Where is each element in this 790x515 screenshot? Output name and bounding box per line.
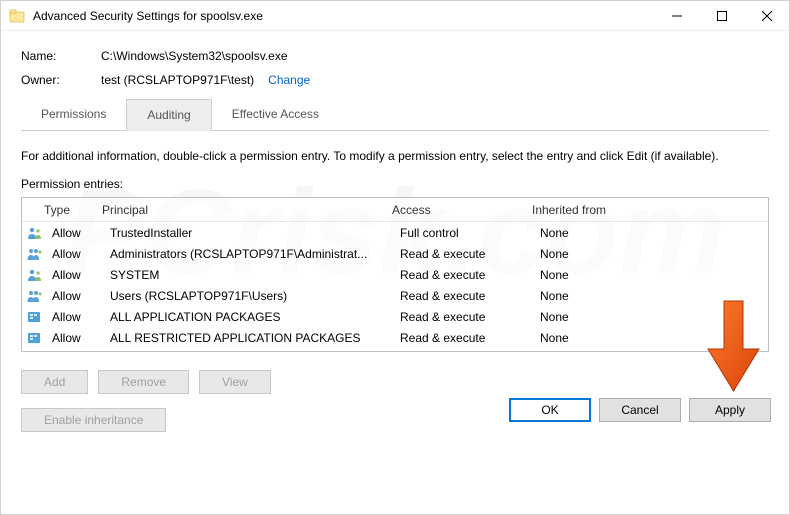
principal-icon [27, 289, 43, 303]
cell-access: Read & execute [392, 247, 532, 261]
owner-label: Owner: [21, 73, 101, 87]
table-row[interactable]: AllowUsers (RCSLAPTOP971F\Users)Read & e… [22, 285, 768, 306]
cell-type: Allow [44, 247, 102, 261]
close-button[interactable] [744, 1, 789, 31]
principal-icon [27, 331, 43, 345]
table-row[interactable]: AllowALL RESTRICTED APPLICATION PACKAGES… [22, 327, 768, 348]
tabs: Permissions Auditing Effective Access [21, 99, 769, 131]
cell-type: Allow [44, 226, 102, 240]
cell-principal: ALL APPLICATION PACKAGES [102, 310, 392, 324]
table-header: Type Principal Access Inherited from [22, 198, 768, 222]
view-button[interactable]: View [199, 370, 271, 394]
cell-principal: SYSTEM [102, 268, 392, 282]
cell-principal: ALL RESTRICTED APPLICATION PACKAGES [102, 331, 392, 345]
owner-value: test (RCSLAPTOP971F\test) [101, 73, 254, 87]
entry-buttons: Add Remove View [21, 370, 769, 394]
cell-type: Allow [44, 310, 102, 324]
cell-access: Read & execute [392, 331, 532, 345]
window-controls [654, 1, 789, 31]
change-owner-link[interactable]: Change [268, 73, 310, 87]
remove-button[interactable]: Remove [98, 370, 189, 394]
table-row[interactable]: AllowAdministrators (RCSLAPTOP971F\Admin… [22, 243, 768, 264]
name-row: Name: C:\Windows\System32\spoolsv.exe [21, 49, 769, 63]
cell-inherited: None [532, 268, 768, 282]
name-label: Name: [21, 49, 101, 63]
cell-inherited: None [532, 226, 768, 240]
add-button[interactable]: Add [21, 370, 88, 394]
minimize-button[interactable] [654, 1, 699, 31]
cell-access: Read & execute [392, 268, 532, 282]
table-row[interactable]: AllowALL APPLICATION PACKAGESRead & exec… [22, 306, 768, 327]
arrow-annotation-icon [706, 299, 761, 399]
permission-table: Type Principal Access Inherited from All… [21, 197, 769, 352]
permission-entries-label: Permission entries: [21, 177, 769, 191]
header-principal[interactable]: Principal [94, 203, 384, 217]
apply-button[interactable]: Apply [689, 398, 771, 422]
maximize-button[interactable] [699, 1, 744, 31]
folder-security-icon [9, 8, 25, 24]
principal-icon [27, 268, 43, 282]
cell-type: Allow [44, 268, 102, 282]
principal-icon [27, 310, 43, 324]
cancel-button[interactable]: Cancel [599, 398, 681, 422]
cell-principal: Administrators (RCSLAPTOP971F\Administra… [102, 247, 392, 261]
window-title: Advanced Security Settings for spoolsv.e… [33, 9, 654, 23]
tab-auditing[interactable]: Auditing [126, 99, 211, 131]
table-row[interactable]: AllowTrustedInstallerFull controlNone [22, 222, 768, 243]
cell-principal: TrustedInstaller [102, 226, 392, 240]
owner-row: Owner: test (RCSLAPTOP971F\test) Change [21, 73, 769, 87]
table-row[interactable]: AllowSYSTEMRead & executeNone [22, 264, 768, 285]
header-access[interactable]: Access [384, 203, 524, 217]
cell-type: Allow [44, 331, 102, 345]
dialog-footer: OK Cancel Apply [509, 398, 771, 422]
enable-inheritance-button[interactable]: Enable inheritance [21, 408, 166, 432]
name-value: C:\Windows\System32\spoolsv.exe [101, 49, 288, 63]
titlebar: Advanced Security Settings for spoolsv.e… [1, 1, 789, 31]
cell-inherited: None [532, 247, 768, 261]
ok-button[interactable]: OK [509, 398, 591, 422]
cell-access: Full control [392, 226, 532, 240]
principal-icon [27, 226, 43, 240]
instruction-text: For additional information, double-click… [21, 149, 769, 163]
cell-access: Read & execute [392, 310, 532, 324]
header-type[interactable]: Type [36, 203, 94, 217]
tab-permissions[interactable]: Permissions [21, 99, 126, 130]
header-inherited[interactable]: Inherited from [524, 203, 768, 217]
tab-effective-access[interactable]: Effective Access [212, 99, 339, 130]
cell-access: Read & execute [392, 289, 532, 303]
principal-icon [27, 247, 43, 261]
cell-type: Allow [44, 289, 102, 303]
cell-principal: Users (RCSLAPTOP971F\Users) [102, 289, 392, 303]
